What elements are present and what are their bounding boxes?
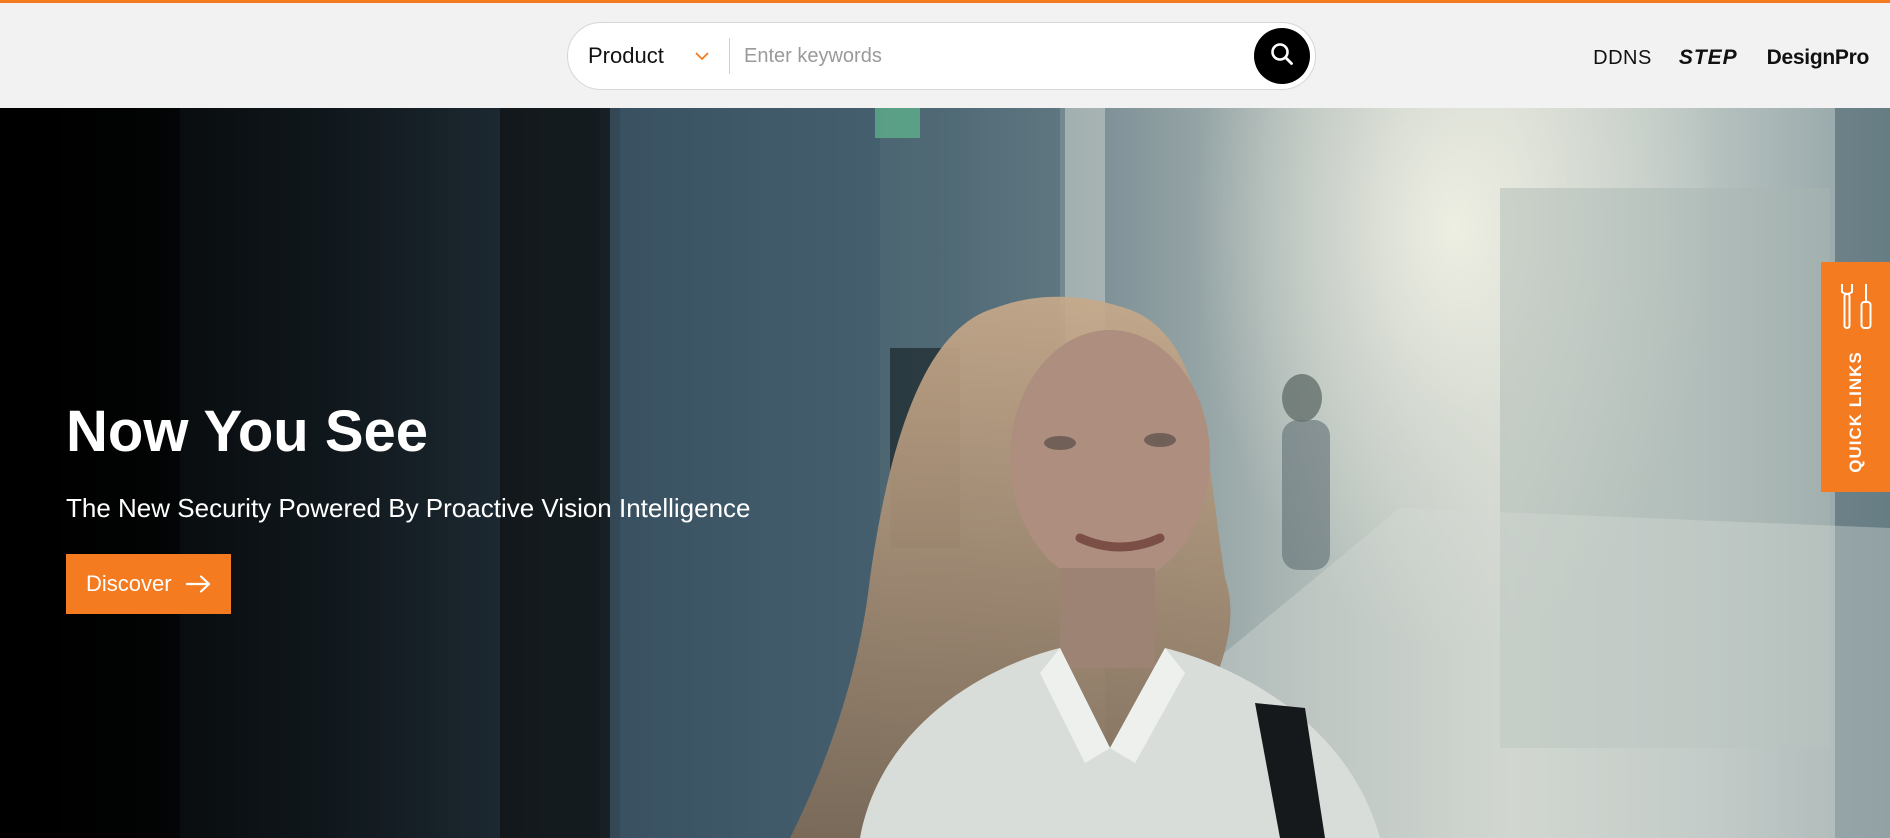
quick-links-label: QUICK LINKS bbox=[1846, 351, 1865, 473]
brand-links: DDNS STEP DesignPro bbox=[1593, 43, 1869, 73]
search-input[interactable] bbox=[730, 23, 1254, 89]
arrow-right-icon bbox=[185, 575, 212, 593]
category-label: Product bbox=[588, 43, 664, 68]
brand-link-designpro[interactable]: DesignPro bbox=[1767, 46, 1870, 70]
chevron-down-icon bbox=[695, 52, 709, 61]
search-icon bbox=[1269, 41, 1295, 72]
quick-links-tab[interactable]: QUICK LINKS bbox=[1821, 262, 1890, 492]
search-bar: Product bbox=[567, 22, 1316, 90]
discover-label: Discover bbox=[86, 571, 172, 596]
hero-background-image bbox=[0, 108, 1890, 838]
site-header: Product DDNS STEP DesignPro bbox=[0, 0, 1890, 108]
discover-button[interactable]: Discover bbox=[66, 554, 231, 614]
tools-icon bbox=[1836, 282, 1876, 337]
hero-subtitle: The New Security Powered By Proactive Vi… bbox=[66, 493, 751, 523]
hero-title: Now You See bbox=[66, 399, 429, 464]
hero-banner: Now You See The New Security Powered By … bbox=[0, 108, 1890, 838]
search-button[interactable] bbox=[1254, 28, 1310, 84]
brand-link-step[interactable]: STEP bbox=[1679, 46, 1738, 70]
product-category-select[interactable]: Product bbox=[568, 23, 729, 89]
brand-link-ddns[interactable]: DDNS bbox=[1593, 47, 1652, 70]
